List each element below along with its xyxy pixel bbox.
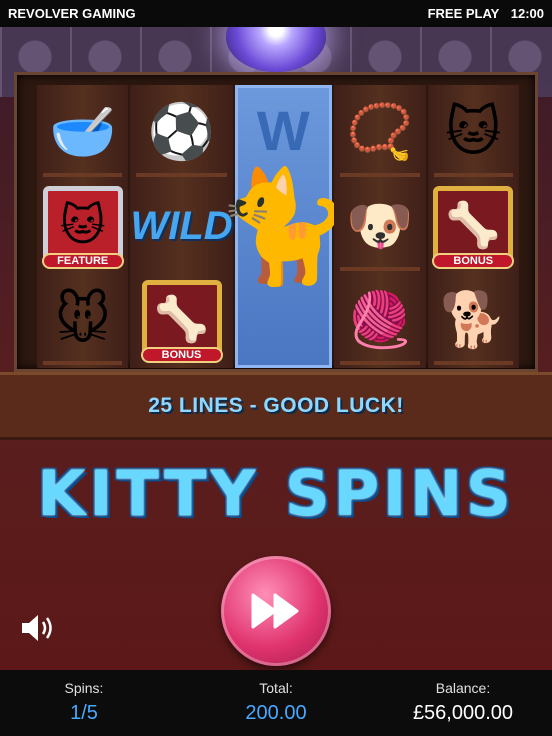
bottom-stats-bar: Spins: 1/5 Total: 200.00 Balance: £56,00… [0, 670, 552, 736]
reels: 🥣 🐱 FEATURE 🐭 ⚽ WILD 🦴 BONUS W 🐈 📿 🐶 🧶 🐱… [37, 85, 519, 368]
status-group: FREE PLAY 12:00 [420, 6, 544, 21]
reel-window: 🥣 🐱 FEATURE 🐭 ⚽ WILD 🦴 BONUS W 🐈 📿 🐶 🧶 🐱… [14, 72, 538, 372]
balance-value: £56,000.00 [412, 702, 514, 724]
balance-label: Balance: [435, 680, 491, 696]
bonus-tag: BONUS [432, 253, 515, 269]
feature-tag: FEATURE [41, 253, 124, 269]
clock: 12:00 [510, 6, 544, 21]
fast-forward-icon [251, 593, 299, 629]
spins-stat: Spins: 1/5 [60, 680, 108, 725]
pet-collar-icon: 📿 [334, 85, 425, 179]
yarn-ball-icon: 🧶 [334, 273, 425, 367]
balance-stat: Balance: £56,000.00 [395, 680, 531, 725]
toy-mouse-icon: 🐭 [37, 273, 128, 367]
total-stat: Total: 200.00 [216, 680, 336, 725]
spin-button[interactable] [221, 556, 331, 666]
kitten-glyph: 🐈 [214, 162, 352, 290]
food-bowl-icon: 🥣 [37, 85, 128, 179]
game-title: KITTY SPINS [37, 457, 515, 530]
wild-w-letter: W [256, 99, 310, 162]
banner-message: 25 LINES - GOOD LUCK! [148, 394, 404, 417]
top-status-bar: REVOLVER GAMING FREE PLAY 12:00 [0, 0, 552, 27]
feature-frame: 🐱 FEATURE [41, 186, 124, 269]
kitten-feature-icon: 🐱 FEATURE [37, 179, 128, 273]
bonus-frame: 🦴 BONUS [140, 280, 223, 363]
bonus-tag: BONUS [140, 347, 223, 363]
total-label: Total: [259, 680, 293, 696]
spins-value: 1/5 [70, 702, 98, 724]
message-banner: 25 LINES - GOOD LUCK! [0, 372, 552, 440]
total-value: 200.00 [245, 702, 307, 724]
reel-1: 🥣 🐱 FEATURE 🐭 [37, 85, 129, 368]
reel-5: 🐱 🦴 BONUS 🐕 [427, 85, 519, 368]
reel-3-expanded-wild: W 🐈 [215, 85, 352, 368]
expanded-wild-kitten-icon: W 🐈 [215, 88, 352, 365]
speaker-icon[interactable] [18, 611, 58, 645]
chihuahua-icon: 🐶 [334, 179, 425, 273]
bone-bonus-icon: 🦴 BONUS [428, 179, 519, 273]
bonus-frame: 🦴 BONUS [432, 186, 515, 269]
puppy-icon: 🐕 [428, 273, 519, 367]
brand-label: REVOLVER GAMING [8, 6, 136, 21]
orange-kitten-icon: 🐱 [428, 85, 519, 179]
game-stage: 🥣 🐱 FEATURE 🐭 ⚽ WILD 🦴 BONUS W 🐈 📿 🐶 🧶 🐱… [0, 27, 552, 670]
play-mode-label: FREE PLAY [427, 6, 500, 21]
spins-label: Spins: [64, 680, 104, 696]
reel-4: 📿 🐶 🧶 [334, 85, 426, 368]
